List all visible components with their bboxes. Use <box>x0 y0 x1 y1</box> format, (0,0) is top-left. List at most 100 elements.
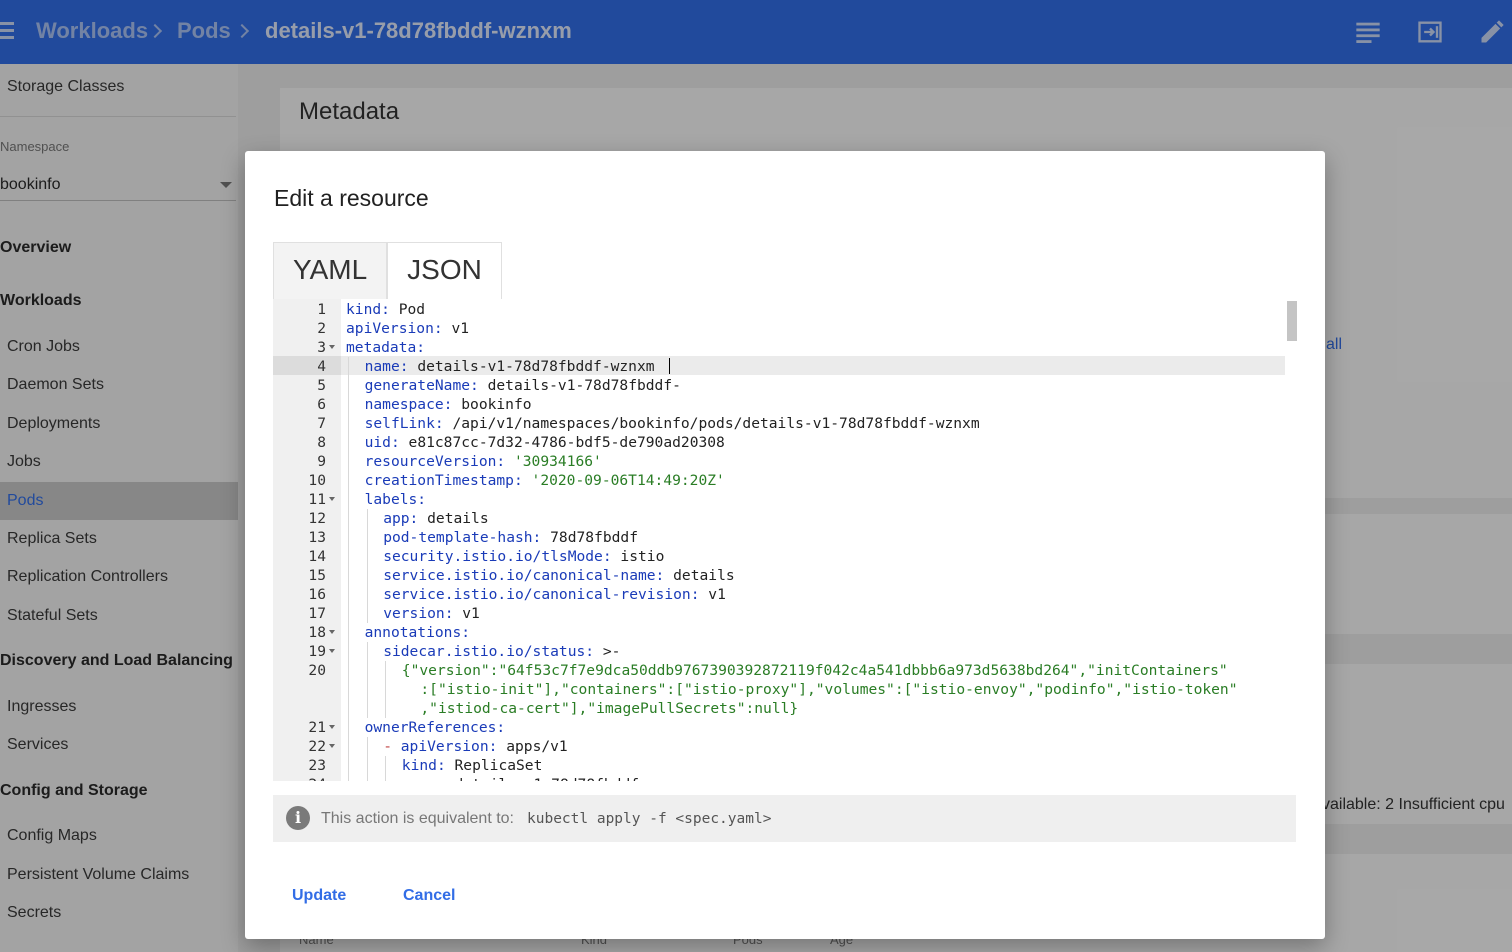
info-icon: i <box>286 806 310 830</box>
code-text: service.istio.io/canonical-name: details <box>383 567 735 584</box>
line-number: 15 <box>308 567 326 584</box>
code-text: app: details <box>383 510 489 527</box>
indent-guide <box>366 642 368 661</box>
code-text: - apiVersion: apps/v1 <box>383 738 568 755</box>
indent-guide <box>348 376 349 395</box>
code-text: security.istio.io/tlsMode: istio <box>383 548 665 565</box>
indent-guide <box>366 585 368 604</box>
indent-guide <box>348 775 349 781</box>
editor-line: 9 resourceVersion: '30934166' <box>273 452 1283 471</box>
line-number: 6 <box>317 396 326 413</box>
fold-toggle-icon[interactable] <box>329 497 335 501</box>
code-editor[interactable]: 1 kind: Pod 2 apiVersion: v1 3 metadata: 4 name… <box>273 299 1297 781</box>
editor-line: 14 security.istio.io/tlsMode: istio <box>273 547 1283 566</box>
code-text: {"version":"64f53c7f7e9dca50ddb976739039… <box>401 662 1228 679</box>
indent-guide <box>348 414 349 433</box>
code-text: uid: e81c87cc-7d32-4786-bdf5-de790ad2030… <box>364 434 725 451</box>
fold-toggle-icon[interactable] <box>329 345 335 349</box>
indent-guide <box>385 756 387 775</box>
editor-line: 22 - apiVersion: apps/v1 <box>273 737 1283 756</box>
indent-guide <box>366 604 368 623</box>
editor-scrollbar[interactable] <box>1287 301 1297 341</box>
indent-guide <box>385 661 387 680</box>
edit-resource-dialog: Edit a resource YAML JSON 1 kind: Pod 2 api… <box>245 151 1325 939</box>
code-text: apiVersion: v1 <box>346 320 470 337</box>
line-number: 13 <box>308 529 326 546</box>
code-text: kind: ReplicaSet <box>401 757 543 774</box>
line-number: 24 <box>273 775 326 781</box>
line-number: 10 <box>308 472 326 489</box>
indent-guide <box>366 680 368 699</box>
code-text: sidecar.istio.io/status: >- <box>383 643 621 660</box>
line-number: 5 <box>317 377 326 394</box>
fold-toggle-icon[interactable] <box>329 630 335 634</box>
line-number: 4 <box>317 358 326 375</box>
tab-json[interactable]: JSON <box>387 242 502 299</box>
indent-guide <box>348 623 349 642</box>
indent-guide <box>348 661 349 680</box>
code-text: service.istio.io/canonical-revision: v1 <box>383 586 726 603</box>
code-text: selfLink: /api/v1/namespaces/bookinfo/po… <box>364 415 980 432</box>
editor-line: 16 service.istio.io/canonical-revision: v… <box>273 585 1283 604</box>
indent-guide <box>348 604 349 623</box>
indent-guide <box>348 566 349 585</box>
line-number: 2 <box>317 320 326 337</box>
indent-guide <box>348 547 349 566</box>
info-text: This action is equivalent to: <box>321 810 514 827</box>
line-number: 23 <box>308 757 326 774</box>
indent-guide <box>348 756 349 775</box>
indent-guide <box>348 357 349 376</box>
code-text: annotations: <box>364 624 471 641</box>
indent-guide <box>348 452 349 471</box>
editor-line: 23 kind: ReplicaSet <box>273 756 1283 775</box>
line-number: 11 <box>308 491 326 508</box>
code-text: :["istio-init"],"containers":["istio-pro… <box>420 681 1238 698</box>
editor-line: 5 generateName: details-v1-78d78fbddf- <box>273 376 1283 395</box>
indent-guide <box>366 737 368 756</box>
line-number: 17 <box>308 605 326 622</box>
update-button[interactable]: Update <box>292 887 346 905</box>
cancel-button[interactable]: Cancel <box>403 887 455 905</box>
code-text: pod-template-hash: 78d78fbddf <box>383 529 638 546</box>
line-number: 18 <box>308 624 326 641</box>
tab-yaml[interactable]: YAML <box>273 242 388 299</box>
code-text: kind: Pod <box>346 301 426 318</box>
line-number: 16 <box>308 586 326 603</box>
indent-guide <box>366 699 368 718</box>
editor-line: 12 app: details <box>273 509 1283 528</box>
editor-line: ,"istiod-ca-cert"],"imagePullSecrets":nu… <box>273 699 1283 718</box>
editor-line: 20 {"version":"64f53c7f7e9dca50ddb9767390… <box>273 661 1283 680</box>
line-number: 7 <box>317 415 326 432</box>
code-text: ownerReferences: <box>364 719 506 736</box>
editor-line: 3 metadata: <box>273 338 1283 357</box>
editor-line: :["istio-init"],"containers":["istio-pro… <box>273 680 1283 699</box>
code-text: resourceVersion: '30934166' <box>364 453 602 470</box>
line-number: 22 <box>308 738 326 755</box>
editor-line: 1 kind: Pod <box>273 300 1283 319</box>
editor-line: 19 sidecar.istio.io/status: >- <box>273 642 1283 661</box>
info-command: kubectl apply -f <spec.yaml> <box>527 811 772 827</box>
fold-toggle-icon[interactable] <box>329 649 335 653</box>
fold-toggle-icon[interactable] <box>329 725 335 729</box>
code-text: name: details-v1-78d78fbddf-wznxm <box>364 358 655 375</box>
indent-guide <box>366 775 368 781</box>
editor-line: 10 creationTimestamp: '2020-09-06T14:49:2… <box>273 471 1283 490</box>
indent-guide <box>385 775 387 781</box>
fold-toggle-icon[interactable] <box>329 744 335 748</box>
editor-line: 11 labels: <box>273 490 1283 509</box>
indent-guide <box>366 566 368 585</box>
editor-line: 8 uid: e81c87cc-7d32-4786-bdf5-de790ad203… <box>273 433 1283 452</box>
indent-guide <box>348 433 349 452</box>
editor-line: 7 selfLink: /api/v1/namespaces/bookinfo/p… <box>273 414 1283 433</box>
indent-guide <box>366 661 368 680</box>
indent-guide <box>348 699 349 718</box>
line-number: 20 <box>308 662 326 679</box>
indent-guide <box>385 699 387 718</box>
editor-line: 24 name: details-v1-78d78fbddf <box>273 775 1283 781</box>
code-text: creationTimestamp: '2020-09-06T14:49:20Z… <box>364 472 725 489</box>
editor-line: 17 version: v1 <box>273 604 1283 623</box>
editor-line: 4 name: details-v1-78d78fbddf-wznxm <box>273 357 1283 376</box>
editor-line: 2 apiVersion: v1 <box>273 319 1283 338</box>
format-tabs: YAML JSON <box>273 242 502 299</box>
editor-line: 18 annotations: <box>273 623 1283 642</box>
